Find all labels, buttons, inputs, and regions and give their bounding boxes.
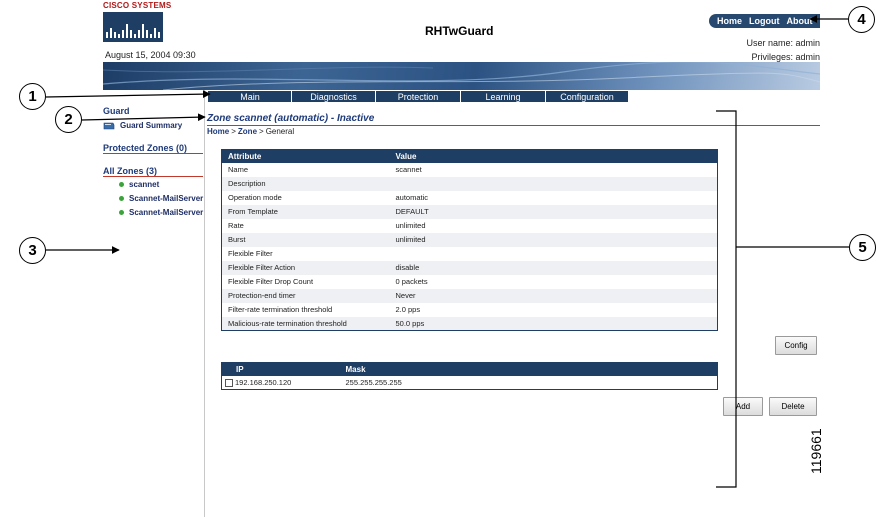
callout-5-bracket: [716, 110, 737, 488]
callout-5: 5: [849, 234, 876, 261]
callout-2-arrow: [81, 113, 206, 122]
callout-arrows: [45, 15, 849, 488]
callout-4: 4: [848, 6, 875, 33]
callout-1: 1: [19, 83, 46, 110]
callout-3: 3: [19, 237, 46, 264]
callout-2: 2: [55, 106, 82, 133]
figure-number: 119661: [808, 428, 824, 474]
callout-1-arrow: [45, 90, 211, 99]
